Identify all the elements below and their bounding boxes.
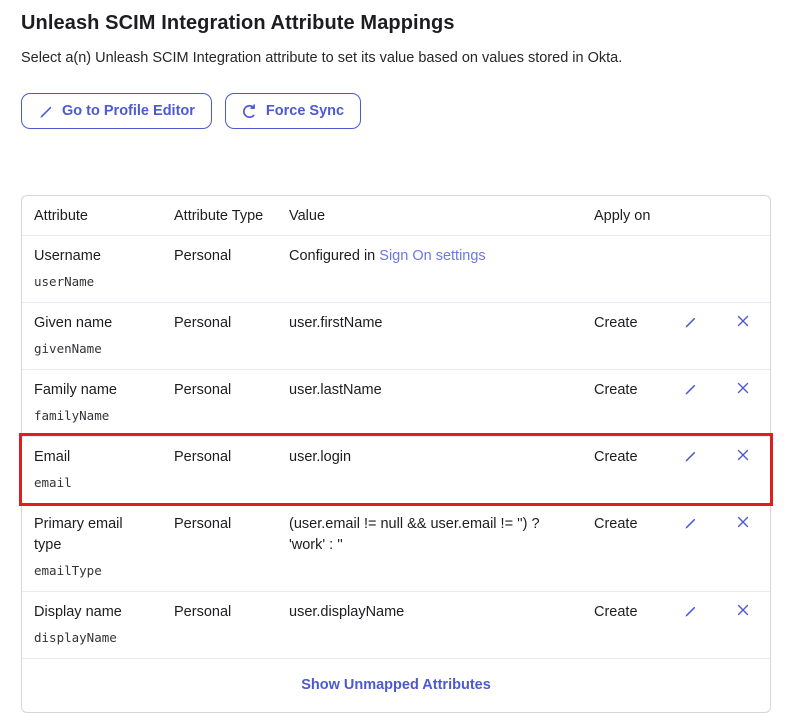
- apply-on-value: Create: [582, 369, 664, 436]
- remove-mapping-button[interactable]: [735, 447, 751, 463]
- attribute-type-value: Personal: [162, 302, 277, 369]
- refresh-icon: [242, 104, 257, 119]
- attribute-type-value: Personal: [162, 591, 277, 658]
- pencil-icon: [683, 451, 697, 466]
- pencil-icon: [683, 384, 697, 399]
- table-footer-row: Show Unmapped Attributes: [22, 658, 770, 712]
- value-text: user.lastName: [277, 369, 582, 436]
- column-header-remove: [715, 196, 770, 236]
- edit-mapping-button[interactable]: [681, 602, 699, 620]
- pencil-icon: [38, 104, 53, 119]
- apply-on-value: Create: [582, 591, 664, 658]
- apply-on-value: Create: [582, 503, 664, 591]
- page-title: Unleash SCIM Integration Attribute Mappi…: [21, 12, 769, 35]
- attribute-variable: familyName: [34, 405, 150, 426]
- attribute-variable: emailType: [34, 560, 150, 581]
- pencil-icon: [683, 518, 697, 533]
- remove-mapping-button[interactable]: [735, 514, 751, 530]
- edit-mapping-button[interactable]: [681, 447, 699, 465]
- attribute-variable: email: [34, 472, 150, 493]
- close-icon: [737, 516, 749, 531]
- column-header-apply-on: Apply on: [582, 196, 664, 236]
- attribute-type-value: Personal: [162, 436, 277, 503]
- attribute-label: Username: [34, 248, 101, 264]
- close-icon: [737, 315, 749, 330]
- apply-on-value: Create: [582, 436, 664, 503]
- value-text: user.login: [277, 436, 582, 503]
- attribute-mappings-table: Attribute Attribute Type Value Apply on …: [21, 195, 771, 713]
- attribute-variable: displayName: [34, 627, 150, 648]
- show-unmapped-attributes-link[interactable]: Show Unmapped Attributes: [301, 677, 491, 693]
- attribute-type-value: Personal: [162, 503, 277, 591]
- column-header-attribute: Attribute: [22, 196, 162, 236]
- go-to-profile-editor-label: Go to Profile Editor: [62, 103, 195, 119]
- remove-mapping-button[interactable]: [735, 602, 751, 618]
- force-sync-label: Force Sync: [266, 103, 344, 119]
- close-icon: [737, 382, 749, 397]
- sign-on-settings-link[interactable]: Sign On settings: [379, 248, 485, 264]
- attribute-variable: userName: [34, 271, 150, 292]
- attribute-type-value: Personal: [162, 369, 277, 436]
- column-header-edit: [664, 196, 715, 236]
- pencil-icon: [683, 317, 697, 332]
- attribute-label: Display name: [34, 604, 122, 620]
- attribute-type-value: Personal: [162, 236, 277, 302]
- apply-on-value: [582, 236, 664, 302]
- attribute-label: Primary email type: [34, 516, 123, 553]
- edit-mapping-button[interactable]: [681, 514, 699, 532]
- attribute-label: Family name: [34, 382, 117, 398]
- attribute-label: Email: [34, 449, 70, 465]
- close-icon: [737, 604, 749, 619]
- table-row-display-name: Display name displayName Personal user.d…: [22, 591, 770, 658]
- column-header-value: Value: [277, 196, 582, 236]
- go-to-profile-editor-button[interactable]: Go to Profile Editor: [21, 93, 212, 129]
- edit-mapping-button[interactable]: [681, 313, 699, 331]
- close-icon: [737, 449, 749, 464]
- attribute-variable: givenName: [34, 338, 150, 359]
- value-text: (user.email != null && user.email != '')…: [277, 503, 582, 591]
- force-sync-button[interactable]: Force Sync: [225, 93, 361, 129]
- page-subtitle: Select a(n) Unleash SCIM Integration att…: [21, 49, 769, 68]
- remove-mapping-button[interactable]: [735, 380, 751, 396]
- value-text: user.displayName: [277, 591, 582, 658]
- table-row-username: Username userName Personal Configured in…: [22, 236, 770, 302]
- toolbar: Go to Profile Editor Force Sync: [21, 93, 769, 129]
- table-header-row: Attribute Attribute Type Value Apply on: [22, 196, 770, 236]
- attribute-label: Given name: [34, 315, 112, 331]
- table-row-family-name: Family name familyName Personal user.las…: [22, 369, 770, 436]
- edit-mapping-button[interactable]: [681, 380, 699, 398]
- column-header-attribute-type: Attribute Type: [162, 196, 277, 236]
- table-row-email-highlighted: Email email Personal user.login Create: [22, 436, 770, 503]
- attribute-mappings-page: Unleash SCIM Integration Attribute Mappi…: [0, 0, 792, 713]
- value-text: user.firstName: [277, 302, 582, 369]
- pencil-icon: [683, 606, 697, 621]
- table-row-given-name: Given name givenName Personal user.first…: [22, 302, 770, 369]
- apply-on-value: Create: [582, 302, 664, 369]
- table-row-primary-email-type: Primary email type emailType Personal (u…: [22, 503, 770, 591]
- value-text: Configured in: [289, 248, 379, 264]
- remove-mapping-button[interactable]: [735, 313, 751, 329]
